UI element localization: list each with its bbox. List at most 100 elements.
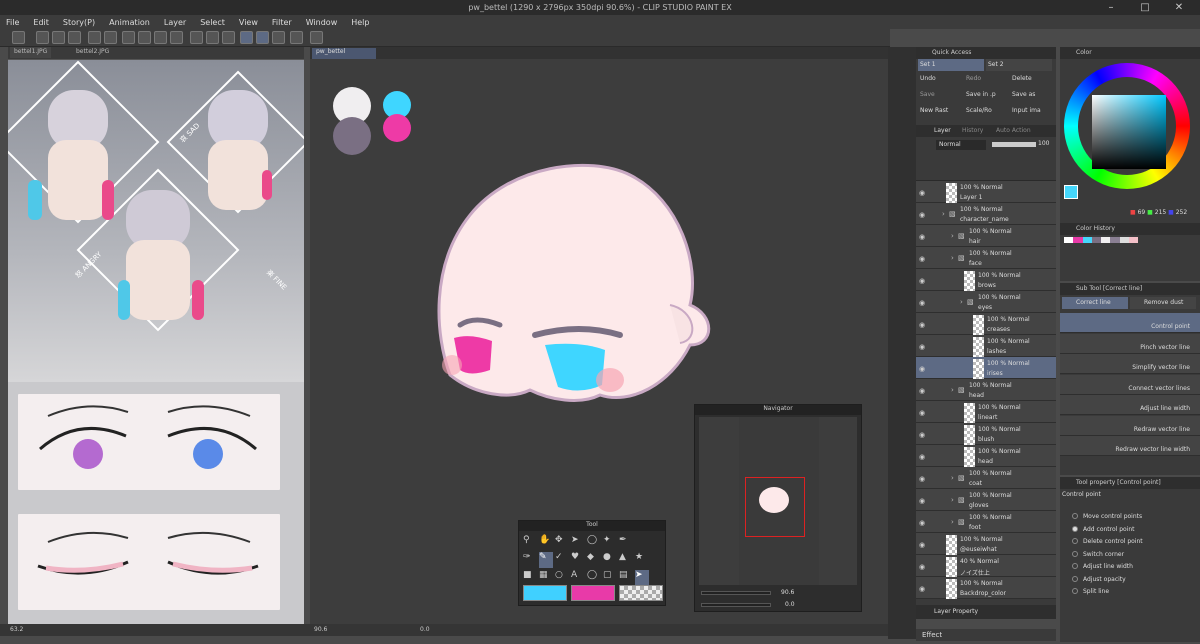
visibility-eye-icon[interactable]: ◉ [919, 321, 929, 329]
tab-bettel1[interactable]: bettel1.JPG [10, 47, 52, 58]
menu-layer[interactable]: Layer [164, 18, 186, 27]
layer-row[interactable]: ◉ 100 % Normal lineart [916, 401, 1056, 423]
navigator-preview[interactable] [699, 417, 857, 585]
visibility-eye-icon[interactable]: ◉ [919, 431, 929, 439]
visibility-eye-icon[interactable]: ◉ [919, 387, 929, 395]
layer-property-tab[interactable]: Layer Property [916, 605, 1056, 619]
visibility-eye-icon[interactable]: ◉ [919, 277, 929, 285]
color-history-swatches[interactable] [1064, 237, 1194, 243]
open-file-icon[interactable] [52, 31, 65, 44]
layer-row[interactable]: ◉ › ▧ 100 % Normal coat [916, 467, 1056, 489]
clear-icon[interactable] [122, 31, 135, 44]
layer-row[interactable]: ◉ › ▧ 100 % Normal head [916, 379, 1056, 401]
visibility-eye-icon[interactable]: ◉ [919, 255, 929, 263]
fill-tool-icon[interactable]: ▲ [619, 552, 633, 567]
visibility-eye-icon[interactable]: ◉ [919, 365, 929, 373]
frame-icon[interactable]: ▢ [603, 570, 617, 585]
folder-toggle-icon[interactable]: › [951, 254, 954, 262]
sub-tool-item[interactable]: Simplify vector line [1060, 354, 1200, 374]
folder-toggle-icon[interactable]: › [951, 518, 954, 526]
opacity-slider[interactable] [992, 142, 1036, 147]
undo-icon[interactable] [88, 31, 101, 44]
layer-row[interactable]: ◉ 40 % Normal ノイズ仕上 [916, 555, 1056, 577]
bucket-icon[interactable]: ■ [523, 570, 537, 585]
folder-toggle-icon[interactable]: › [951, 386, 954, 394]
help-icon[interactable] [310, 31, 323, 44]
snap-ruler-icon[interactable] [240, 31, 253, 44]
pencil-tool-icon[interactable]: ✎ [539, 552, 553, 568]
tab-bettel2[interactable]: bettel2.JPG [72, 47, 113, 58]
sub-tool-item[interactable]: Connect vector lines [1060, 374, 1200, 395]
layer-row[interactable]: ◉ › ▧ 100 % Normal eyes [916, 291, 1056, 313]
transparent-color-chip[interactable] [619, 585, 663, 601]
layer-row[interactable]: ◉ 100 % Normal brows [916, 269, 1056, 291]
opacity-value[interactable]: 100 [1038, 140, 1049, 147]
operation-tool-icon[interactable]: ➤ [571, 535, 585, 550]
menu-select[interactable]: Select [200, 18, 225, 27]
tab-layer[interactable]: Layer [934, 127, 951, 134]
transform-icon[interactable] [170, 31, 183, 44]
control-point-option[interactable]: Adjust opacity [1072, 575, 1126, 583]
visibility-eye-icon[interactable]: ◉ [919, 299, 929, 307]
sub-tool-item[interactable]: Redraw vector line width [1060, 436, 1200, 456]
airbrush-icon[interactable]: ♥ [571, 552, 585, 567]
navigator-angle[interactable]: 0.0 [785, 601, 795, 608]
view-icon[interactable] [12, 31, 25, 44]
menu-edit[interactable]: Edit [33, 18, 49, 27]
layer-row[interactable]: ◉ › ▧ 100 % Normal foot [916, 511, 1056, 533]
folder-toggle-icon[interactable]: › [951, 232, 954, 240]
layer-row[interactable]: ◉ › ▧ 100 % Normal character_name [916, 203, 1056, 225]
eyedropper-icon[interactable]: ✒ [619, 535, 633, 550]
invert-selection-icon[interactable] [222, 31, 235, 44]
canvas-angle-value[interactable]: 0.0 [420, 626, 430, 633]
new-raster-button[interactable]: New Rast [920, 107, 948, 114]
brush-tool-icon[interactable]: ✓ [555, 552, 569, 567]
control-point-option[interactable]: Add control point [1072, 525, 1135, 533]
rgb-values[interactable]: ■ 69 ■ 215 ■ 252 [1130, 209, 1187, 216]
folder-toggle-icon[interactable]: › [951, 474, 954, 482]
layer-row[interactable]: ◉ 100 % Normal head [916, 445, 1056, 467]
menu-file[interactable]: File [6, 18, 19, 27]
save-button[interactable]: Save [920, 91, 935, 98]
visibility-eye-icon[interactable]: ◉ [919, 541, 929, 549]
visibility-eye-icon[interactable]: ◉ [919, 233, 929, 241]
radio-icon[interactable] [1072, 575, 1078, 582]
layer-row[interactable]: ◉ 100 % Normal lashes [916, 335, 1056, 357]
balloon-icon[interactable]: ◯ [587, 570, 601, 585]
input-image-button[interactable]: Input ima [1012, 107, 1041, 114]
layer-row[interactable]: ◉ 100 % Normal @euseiwhat [916, 533, 1056, 555]
decoration-icon[interactable]: ★ [635, 552, 649, 567]
visibility-eye-icon[interactable]: ◉ [919, 211, 929, 219]
blend-mode-select[interactable]: Normal [936, 140, 986, 150]
radio-icon[interactable] [1072, 513, 1078, 519]
control-point-option[interactable]: Delete control point [1072, 538, 1143, 545]
close-button[interactable]: ✕ [1162, 0, 1196, 15]
layer-row[interactable]: ◉ 100 % Normal Layer 1 [916, 181, 1056, 203]
radio-icon[interactable] [1072, 588, 1078, 594]
tab-correct-line[interactable]: Correct line [1062, 297, 1128, 309]
visibility-eye-icon[interactable]: ◉ [919, 563, 929, 571]
snap-grid-icon[interactable] [256, 31, 269, 44]
visibility-eye-icon[interactable]: ◉ [919, 497, 929, 505]
redo-button[interactable]: Redo [966, 75, 981, 82]
minimize-button[interactable]: – [1094, 0, 1128, 15]
layer-row[interactable]: ◉ › ▧ 100 % Normal face [916, 247, 1056, 269]
menu-window[interactable]: Window [306, 18, 338, 27]
correct-line-icon[interactable]: ➤ [635, 569, 649, 585]
menu-story[interactable]: Story(P) [63, 18, 95, 27]
sub-tool-item[interactable]: Redraw vector line [1060, 415, 1200, 436]
pen-tool-icon[interactable]: ✑ [523, 552, 537, 567]
new-file-icon[interactable] [36, 31, 49, 44]
radio-icon[interactable] [1072, 525, 1078, 532]
canvas-zoom-value[interactable]: 90.6 [314, 626, 327, 633]
sub-color-chip[interactable] [571, 585, 615, 601]
control-point-option[interactable]: Split line [1072, 588, 1109, 595]
tab-auto-action[interactable]: Auto Action [996, 127, 1031, 134]
figure-icon[interactable]: ○ [555, 570, 569, 585]
angle-slider[interactable] [701, 603, 771, 607]
folder-toggle-icon[interactable]: › [960, 298, 963, 306]
visibility-eye-icon[interactable]: ◉ [919, 585, 929, 593]
select-icon[interactable] [190, 31, 203, 44]
gradient-icon[interactable]: ▦ [539, 570, 553, 585]
radio-icon[interactable] [1072, 550, 1078, 557]
